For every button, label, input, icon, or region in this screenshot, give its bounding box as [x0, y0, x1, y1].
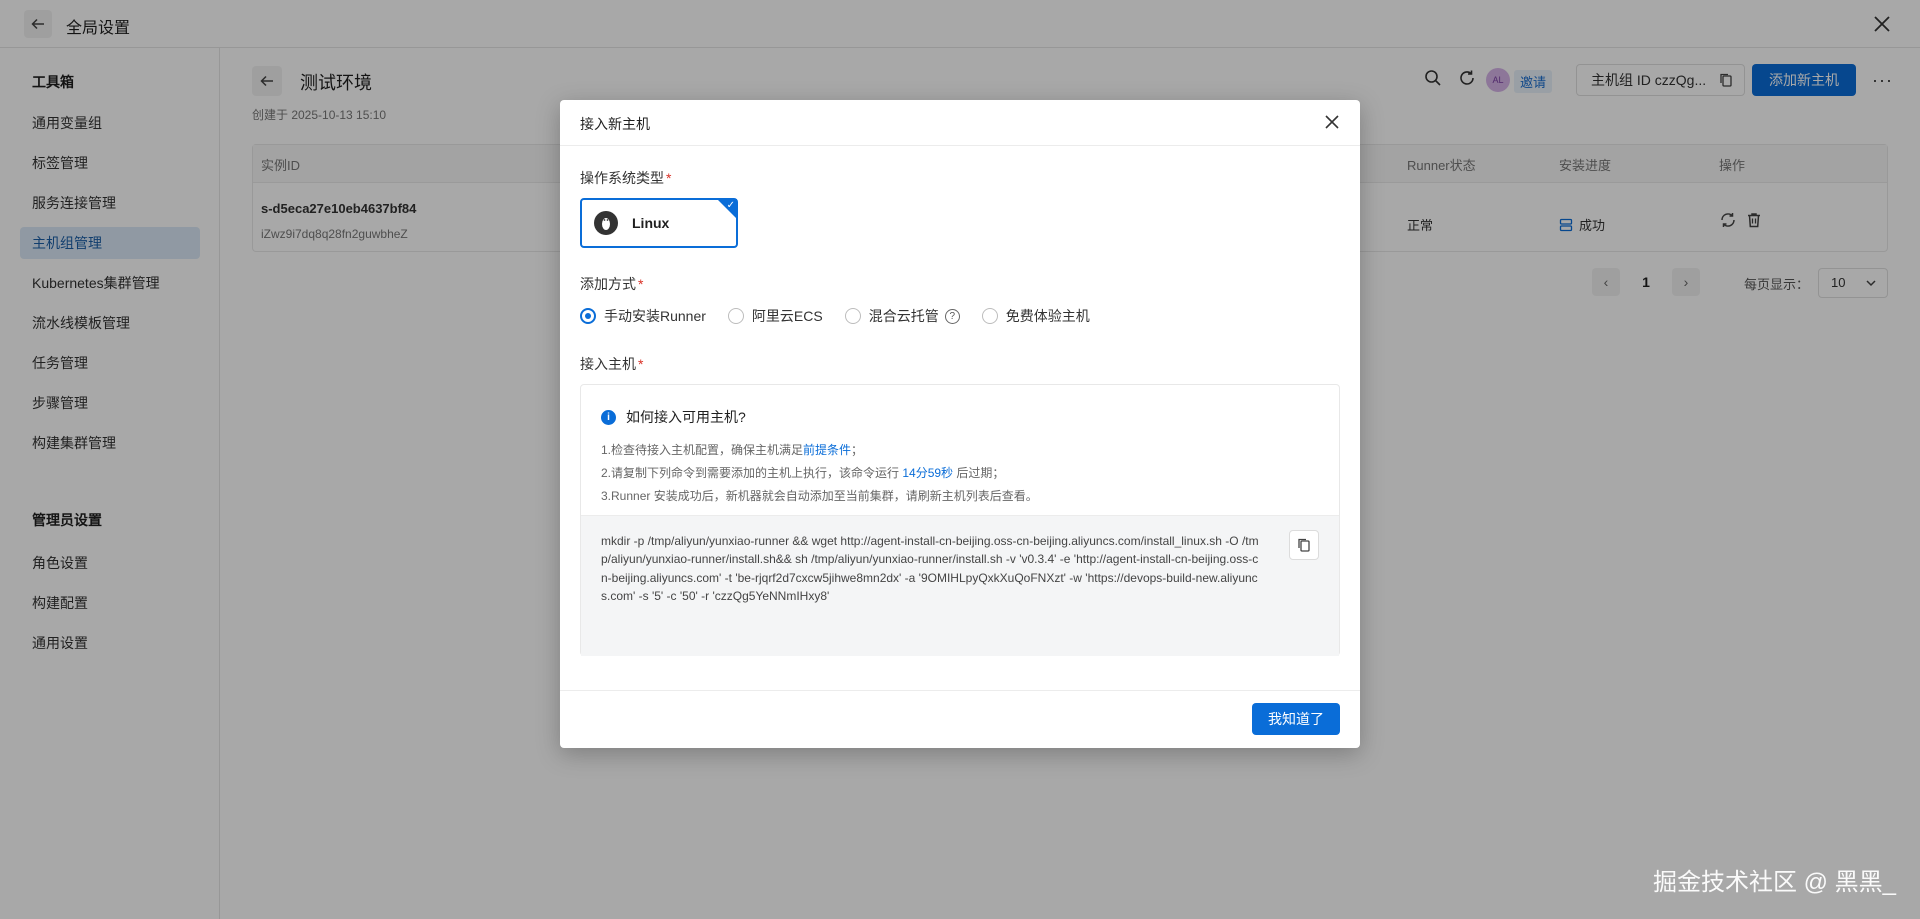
radio-dot: [844, 308, 861, 324]
step-1-text: 1.检查待接入主机配置，确保主机满足: [601, 443, 804, 457]
expiry-countdown: 14分59秒: [902, 466, 954, 480]
prerequisites-link[interactable]: 前提条件: [803, 443, 851, 457]
add-method-label: 添加方式 *: [580, 276, 644, 292]
host-label-text: 接入主机: [580, 356, 636, 372]
radio-dot: [727, 308, 744, 324]
connect-instructions: i 如何接入可用主机? 1.检查待接入主机配置，确保主机满足前提条件； 2.请复…: [580, 384, 1340, 656]
os-option-label: Linux: [632, 215, 670, 231]
os-option-linux[interactable]: Linux ✓: [580, 198, 738, 248]
instructions-heading: i 如何接入可用主机?: [601, 407, 746, 427]
radio-label: 免费体验主机: [1005, 308, 1090, 324]
add-method-radio-group: 手动安装Runner 阿里云ECS 混合云托管? 免费体验主机: [580, 306, 1112, 326]
dialog-title: 接入新主机: [580, 116, 650, 132]
radio-aliyun-ecs[interactable]: 阿里云ECS: [727, 306, 823, 326]
step-1-suffix: ；: [851, 443, 864, 457]
add-method-label-text: 添加方式: [580, 276, 636, 292]
command-block: mkdir -p /tmp/aliyun/yunxiao-runner && w…: [581, 515, 1339, 656]
step-2-suffix: 后过期；: [956, 466, 1005, 480]
copy-icon: [1298, 538, 1310, 552]
os-type-label-text: 操作系统类型: [580, 170, 664, 186]
radio-free-trial[interactable]: 免费体验主机: [981, 306, 1090, 326]
step-2-text: 2.请复制下列命令到需要添加的主机上执行，该命令运行: [601, 466, 900, 480]
watermark: 掘金技术社区 @ 黑黑_: [1652, 869, 1896, 896]
close-icon[interactable]: [1322, 112, 1342, 132]
radio-label: 阿里云ECS: [751, 308, 823, 324]
host-label: 接入主机 *: [580, 356, 644, 372]
step-1: 1.检查待接入主机配置，确保主机满足前提条件；: [601, 441, 863, 458]
info-icon: i: [601, 409, 616, 425]
radio-label: 手动安装Runner: [604, 308, 706, 324]
step-2: 2.请复制下列命令到需要添加的主机上执行，该命令运行 14分59秒 后过期；: [601, 464, 1004, 481]
os-type-label: 操作系统类型 *: [580, 170, 672, 186]
radio-dot: [580, 308, 596, 324]
install-command[interactable]: mkdir -p /tmp/aliyun/yunxiao-runner && w…: [601, 532, 1261, 606]
linux-icon: [594, 211, 618, 235]
copy-command-button[interactable]: [1289, 530, 1319, 560]
radio-dot: [981, 308, 998, 324]
got-it-button[interactable]: 我知道了: [1252, 703, 1340, 735]
add-host-dialog: 接入新主机 操作系统类型 * Linux ✓ 添加方式 * 手动安装Runner 阿…: [560, 100, 1360, 748]
instructions-title: 如何接入可用主机?: [626, 409, 746, 425]
dialog-footer: 我知道了: [560, 690, 1360, 748]
radio-label: 混合云托管: [868, 308, 939, 324]
radio-hybrid-cloud[interactable]: 混合云托管?: [844, 306, 960, 326]
check-icon: ✓: [726, 200, 735, 211]
dialog-header: 接入新主机: [560, 100, 1360, 146]
help-icon[interactable]: ?: [944, 308, 960, 324]
radio-manual-runner[interactable]: 手动安装Runner: [580, 306, 706, 326]
step-3: 3.Runner 安装成功后，新机器就会自动添加至当前集群，请刷新主机列表后查看…: [601, 489, 1038, 503]
